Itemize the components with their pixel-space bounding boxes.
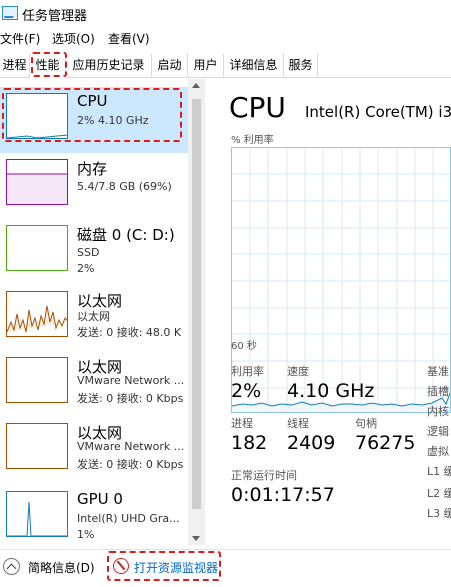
cpu-model-name: Intel(R) Core(TM) i3	[305, 103, 451, 121]
cpu-utilization-graph	[231, 147, 451, 413]
resource-detail: VMware Network ...	[77, 440, 185, 453]
resource-detail: 2% 4.10 GHz	[77, 114, 149, 127]
cpu-thumbnail-graph	[6, 93, 68, 139]
tab-bar: 进程 性能 应用历史记录 启动 用户 详细信息 服务	[0, 50, 451, 78]
time-span-label: 60 秒	[231, 341, 257, 352]
resource-list: CPU 2% 4.10 GHz 内存 5.4/7.8 GB (69%) 磁盘 0…	[0, 79, 205, 545]
resource-detail: 1%	[77, 528, 95, 541]
resource-detail: Intel(R) UHD Gra...	[77, 512, 180, 525]
cores-label: 内核	[427, 405, 449, 418]
window-title: 任务管理器	[22, 9, 88, 24]
resource-list-scrollbar[interactable]	[188, 79, 205, 545]
resource-detail: SSD	[77, 246, 100, 259]
tab-processes[interactable]: 进程	[0, 54, 30, 78]
tab-services[interactable]: 服务	[284, 54, 318, 78]
ethernet-thumbnail-graph	[6, 357, 68, 403]
ethernet-thumbnail-graph	[6, 423, 68, 469]
virtualization-label: 虚拟	[427, 445, 449, 458]
resource-detail: 2%	[77, 262, 95, 275]
open-resource-monitor-link[interactable]: 打开资源监视器	[134, 559, 218, 576]
ethernet-thumbnail-svg	[7, 305, 67, 333]
resource-detail: 5.4/7.8 GB (69%)	[77, 180, 172, 193]
resource-title: CPU	[77, 92, 108, 110]
detail-title: CPU	[229, 91, 286, 124]
gpu-thumbnail-graph	[6, 491, 68, 537]
footer-bar: 简略信息(D) 打开资源监视器	[0, 549, 451, 587]
scroll-thumb[interactable]	[192, 99, 201, 509]
resource-item-disk[interactable]: 磁盘 0 (C: D:) SSD 2%	[0, 219, 188, 285]
handles-value: 76275	[355, 432, 416, 454]
l1-cache-label: L1 缓	[427, 465, 451, 478]
speed-value: 4.10 GHz	[287, 380, 375, 402]
utilization-label: 利用率	[231, 365, 264, 378]
cpu-thumbnail-svg	[7, 134, 67, 138]
utilization-axis-label: % 利用率	[231, 135, 274, 146]
sockets-label: 插槽	[427, 385, 449, 398]
ethernet-thumbnail-graph	[6, 291, 68, 337]
resource-monitor-icon[interactable]	[113, 558, 129, 574]
threads-value: 2409	[287, 432, 336, 454]
speed-label: 速度	[287, 365, 309, 378]
resource-title: 内存	[77, 160, 108, 178]
tab-app-history[interactable]: 应用历史记录	[66, 54, 152, 78]
menu-options[interactable]: 选项(O)	[52, 29, 95, 49]
menu-file[interactable]: 文件(F)	[0, 29, 40, 49]
disk-thumbnail-graph	[6, 225, 68, 271]
scroll-down-arrow-icon[interactable]	[192, 536, 200, 541]
handles-label: 句柄	[355, 417, 377, 430]
threads-label: 线程	[287, 417, 309, 430]
l2-cache-label: L2 缓	[427, 487, 451, 500]
tab-startup[interactable]: 启动	[152, 54, 188, 78]
logical-label: 逻辑	[427, 425, 449, 438]
task-manager-icon	[2, 6, 18, 20]
chevron-up-icon[interactable]	[3, 558, 20, 575]
gpu-thumbnail-svg	[7, 501, 67, 536]
uptime-value: 0:01:17:57	[231, 484, 335, 506]
cpu-graph-svg	[232, 148, 450, 412]
tab-performance[interactable]: 性能	[30, 54, 66, 78]
memory-thumbnail-graph	[6, 159, 68, 205]
resource-item-ethernet-3[interactable]: 以太网 VMware Network ... 发送: 0 接收: 0 Kbps	[0, 417, 188, 483]
resource-detail: 发送: 0 接收: 48.0 K	[77, 326, 182, 339]
resource-item-ethernet-2[interactable]: 以太网 VMware Network ... 发送: 0 接收: 0 Kbps	[0, 351, 188, 417]
memory-thumbnail-svg	[7, 173, 67, 204]
resource-item-ethernet-1[interactable]: 以太网 以太网 发送: 0 接收: 48.0 K	[0, 285, 188, 351]
resource-title: GPU 0	[77, 490, 123, 508]
uptime-label: 正常运行时间	[231, 469, 297, 482]
processes-label: 进程	[231, 417, 253, 430]
tab-users[interactable]: 用户	[188, 54, 224, 78]
resource-detail: VMware Network ...	[77, 374, 185, 387]
resource-item-cpu[interactable]: CPU 2% 4.10 GHz	[0, 87, 188, 153]
resource-detail: 发送: 0 接收: 0 Kbps	[77, 392, 184, 405]
title-bar: 任务管理器	[0, 0, 451, 28]
resource-item-memory[interactable]: 内存 5.4/7.8 GB (69%)	[0, 153, 188, 219]
base-speed-label: 基准	[427, 365, 449, 378]
brief-info-button[interactable]: 简略信息(D)	[28, 559, 95, 576]
menu-view[interactable]: 查看(V)	[108, 29, 150, 49]
utilization-value: 2%	[231, 380, 262, 402]
resource-item-gpu[interactable]: GPU 0 Intel(R) UHD Gra... 1%	[0, 485, 188, 545]
menu-bar: 文件(F) 选项(O) 查看(V)	[0, 29, 451, 49]
resource-title: 磁盘 0 (C: D:)	[77, 226, 175, 244]
resource-detail: 发送: 0 接收: 0 Kbps	[77, 458, 184, 471]
l3-cache-label: L3 缓	[427, 507, 451, 520]
tab-details[interactable]: 详细信息	[224, 54, 284, 78]
processes-value: 182	[231, 432, 268, 454]
detail-panel: CPU Intel(R) Core(TM) i3 % 利用率 60 秒 利用率 …	[205, 79, 451, 545]
scroll-up-arrow-icon[interactable]	[192, 83, 200, 88]
resource-detail: 以太网	[77, 310, 110, 323]
